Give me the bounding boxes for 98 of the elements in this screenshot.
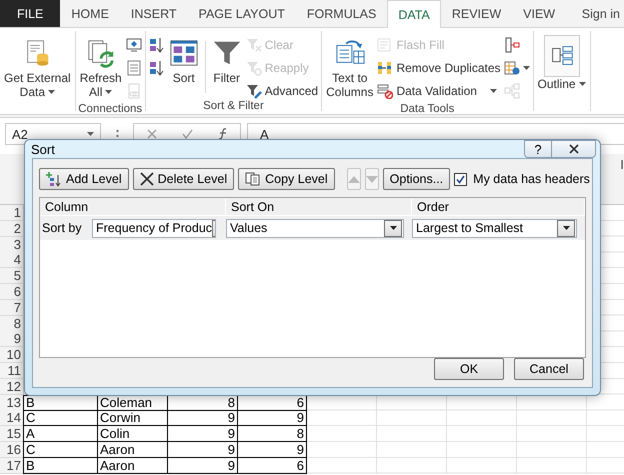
ribbon-button[interactable]: Text to Columns xyxy=(324,31,376,103)
group-label: Connections xyxy=(77,103,144,115)
monitor-icon xyxy=(126,36,142,52)
table-cell: 9 xyxy=(167,442,238,458)
ribbon-tab[interactable]: DATA xyxy=(387,0,441,28)
funnel-cross-icon xyxy=(246,36,262,52)
ribbon-button[interactable]: Filter xyxy=(210,31,244,89)
ribbon-button[interactable]: Advanced xyxy=(244,81,320,100)
group-label: Sort & Filter xyxy=(202,100,265,112)
row-header[interactable]: 4 xyxy=(0,252,24,268)
checkbox[interactable] xyxy=(454,172,468,186)
dropdown-field[interactable]: Largest to Smallest xyxy=(412,218,577,238)
ribbon-tab[interactable]: FORMULAS xyxy=(296,0,388,27)
dropdown-field[interactable]: Values xyxy=(226,218,404,238)
dialog-button[interactable]: Cancel xyxy=(514,358,584,380)
checkbox-label: My data has headers xyxy=(473,172,590,186)
row-header[interactable]: 15 xyxy=(0,426,24,442)
row-header[interactable]: 2 xyxy=(0,220,24,237)
level-label: Sort by xyxy=(42,220,83,234)
funnel-refresh-icon xyxy=(246,60,262,76)
file-tab[interactable]: FILE xyxy=(0,0,60,27)
remove-duplicates-icon xyxy=(377,60,394,76)
row-header[interactable]: 11 xyxy=(0,362,24,379)
ribbon-icon-button[interactable] xyxy=(148,58,166,77)
ribbon-button[interactable]: Remove Duplicates xyxy=(376,58,502,77)
row-header[interactable]: 14 xyxy=(0,410,24,426)
table-cell: Corwin xyxy=(97,410,168,426)
dropdown-field[interactable]: Frequency of Produc xyxy=(92,218,216,238)
sort-descending-icon xyxy=(148,60,165,76)
toolbar-button[interactable]: Add Level xyxy=(39,168,129,190)
sign-in-link[interactable]: Sign in xyxy=(578,0,624,27)
consolidate-icon xyxy=(504,36,520,52)
ribbon-icon-button[interactable] xyxy=(148,35,166,54)
row-header[interactable]: 1 xyxy=(0,205,24,221)
ribbon-tab[interactable]: REVIEW xyxy=(440,0,512,27)
link-document-icon xyxy=(126,82,142,98)
enter-icon[interactable] xyxy=(182,129,192,139)
row-header[interactable]: 10 xyxy=(0,347,24,364)
table-cell: 6 xyxy=(237,458,307,474)
table-cell: A xyxy=(23,426,98,442)
list-icon xyxy=(126,60,142,76)
row-header[interactable]: 17 xyxy=(0,458,24,474)
group-label: Data Tools xyxy=(399,103,456,115)
row-header[interactable]: 13 xyxy=(0,394,24,411)
row-header[interactable]: 8 xyxy=(0,316,24,332)
copy-icon xyxy=(245,172,262,186)
caret-icon xyxy=(390,226,396,230)
ribbon-tab[interactable]: PAGE LAYOUT xyxy=(188,0,296,27)
toolbar-button[interactable]: Options... xyxy=(382,168,450,190)
row-header[interactable]: 7 xyxy=(0,300,24,316)
row-header[interactable]: 5 xyxy=(0,268,24,284)
column-heading: Column xyxy=(40,198,226,215)
help-button[interactable]: ? xyxy=(524,140,552,158)
table-cell: B xyxy=(23,458,98,474)
delete-icon xyxy=(140,172,154,186)
refresh-icon xyxy=(86,38,116,68)
ribbon-button[interactable]: Refresh All xyxy=(78,31,124,103)
cancel-icon[interactable] xyxy=(146,129,156,139)
sort-ascending-icon xyxy=(148,36,165,52)
table-cell: Colin xyxy=(97,426,168,442)
row-header[interactable]: 9 xyxy=(0,331,24,348)
table-cell: 9 xyxy=(237,442,307,458)
ribbon-tab[interactable]: INSERT xyxy=(120,0,188,27)
table-cell: 9 xyxy=(237,410,307,426)
validation-icon xyxy=(377,82,394,98)
table-cell: 9 xyxy=(167,458,238,474)
table-cell: C xyxy=(23,442,98,458)
ribbon-tab[interactable]: HOME xyxy=(60,0,120,27)
toolbar-button[interactable]: Delete Level xyxy=(132,168,234,190)
column-heading: Sort On xyxy=(226,198,412,215)
ribbon-button[interactable]: Sort xyxy=(166,31,201,89)
insert-function-icon[interactable] xyxy=(218,128,228,140)
caret-icon xyxy=(87,132,94,136)
grip-icon[interactable] xyxy=(116,129,118,139)
row-header[interactable]: 16 xyxy=(0,442,24,458)
dialog-button[interactable]: OK xyxy=(434,358,504,380)
ribbon-button[interactable]: Get External Data xyxy=(2,31,73,103)
table-cell: 9 xyxy=(167,426,238,442)
ribbon-tab[interactable]: VIEW xyxy=(512,0,566,27)
toolbar-button[interactable]: Copy Level xyxy=(238,168,335,190)
table-cell: 9 xyxy=(167,410,238,426)
ribbon-button[interactable]: Outline xyxy=(536,31,588,95)
close-icon xyxy=(568,144,578,154)
ribbon-button[interactable]: Data Validation xyxy=(376,81,502,100)
table-cell: 8 xyxy=(237,426,307,442)
grid-question-icon xyxy=(504,60,520,76)
flash-fill-icon xyxy=(377,36,394,52)
row-header[interactable]: 6 xyxy=(0,284,24,300)
relationship-icon xyxy=(504,82,520,98)
row-header[interactable]: 12 xyxy=(0,378,24,395)
caret-icon xyxy=(562,226,570,230)
row-header[interactable]: 3 xyxy=(0,236,24,253)
funnel-pencil-icon xyxy=(246,82,262,98)
sort-grid-icon xyxy=(168,38,199,68)
add-level-icon xyxy=(46,171,62,187)
close-button[interactable] xyxy=(552,140,596,158)
table-cell: C xyxy=(23,410,98,426)
column-heading: Order xyxy=(412,198,585,215)
